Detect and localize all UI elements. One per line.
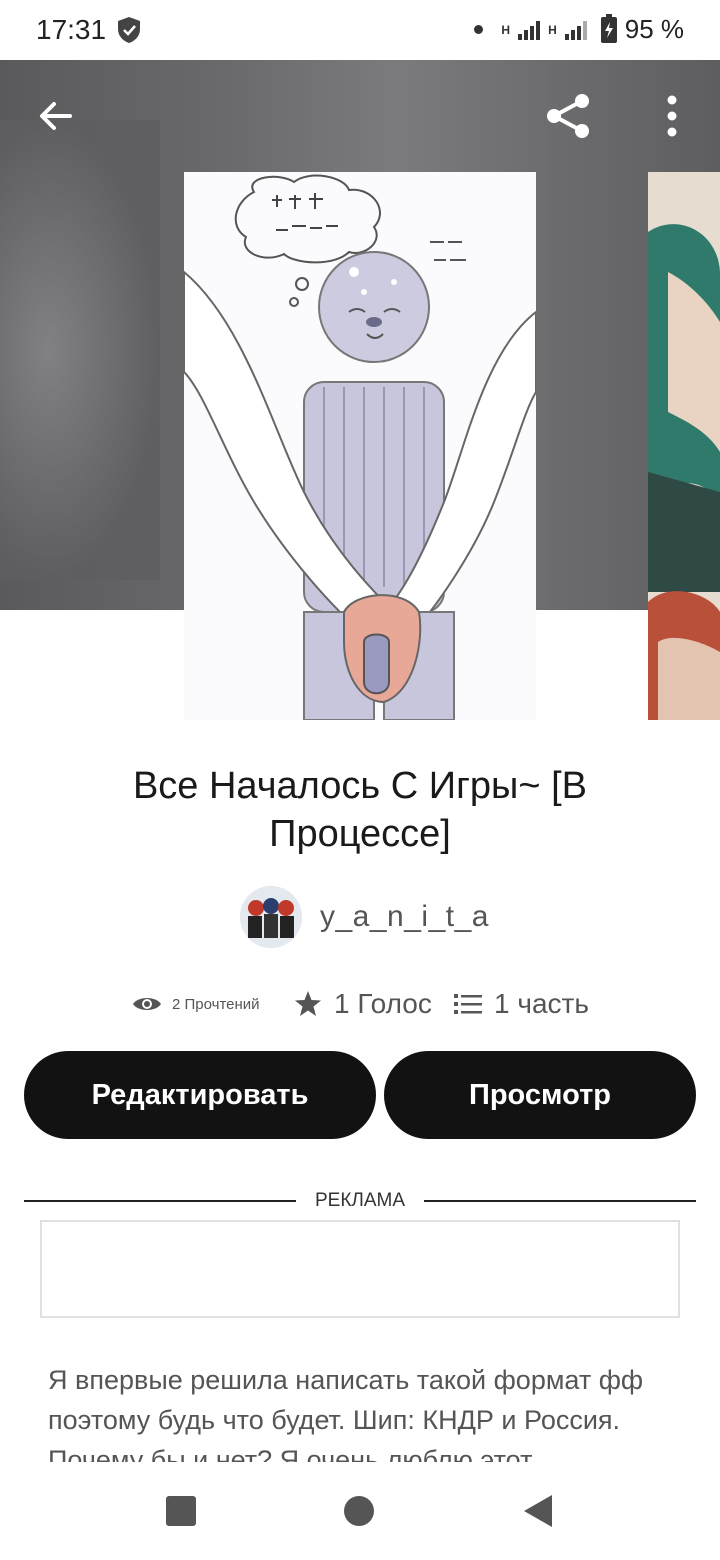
divider: [24, 1200, 296, 1202]
avatar[interactable]: [240, 886, 302, 948]
story-cover-image[interactable]: [184, 172, 536, 720]
divider: [424, 1200, 696, 1202]
recents-icon[interactable]: [166, 1496, 196, 1526]
back-triangle-icon[interactable]: [522, 1494, 554, 1528]
notification-dot-icon: [474, 25, 484, 34]
story-description: Я впервые решила написать такой формат ф…: [48, 1365, 644, 1462]
list-icon: [454, 994, 482, 1014]
status-time: 17:31: [36, 14, 107, 45]
network-type-label-2: H: [548, 22, 557, 37]
network-type-label: H: [501, 22, 511, 37]
home-icon[interactable]: [344, 1496, 374, 1526]
arrow-left-icon[interactable]: [36, 96, 76, 136]
status-bar: 17:31 H H 95 %: [0, 0, 720, 60]
edit-button[interactable]: Редактировать: [24, 1051, 376, 1139]
author-row[interactable]: y_a_n_i_t_a: [240, 886, 489, 948]
votes-count: 1 Голос: [334, 988, 432, 1019]
signal-icon: [518, 20, 541, 40]
reads-stat: 2 Прочтений: [132, 984, 260, 1024]
battery-level: 95 %: [624, 14, 684, 44]
ad-label: РЕКЛАМА: [314, 1190, 406, 1211]
parts-stat: 1 часть: [454, 984, 589, 1024]
more-vertical-icon[interactable]: [660, 94, 684, 138]
next-cover-image[interactable]: [648, 172, 720, 720]
battery-icon: [600, 13, 617, 43]
author-name[interactable]: y_a_n_i_t_a: [320, 900, 489, 934]
ad-label-row: РЕКЛАМА: [24, 1188, 696, 1214]
system-nav-bar: [0, 1462, 720, 1560]
shield-icon: [118, 17, 140, 43]
reads-count: 2 Прочтений: [172, 995, 260, 1013]
story-title: Все Началось С Игры~ [В Процессе]: [132, 765, 588, 855]
story-stats: 2 Прочтений 1 Голос 1 часть: [0, 984, 720, 1024]
star-icon: [295, 991, 321, 1016]
ad-slot[interactable]: [40, 1220, 680, 1318]
parts-count: 1 часть: [494, 988, 589, 1019]
view-button[interactable]: Просмотр: [384, 1051, 696, 1139]
share-icon[interactable]: [542, 92, 594, 140]
status-indicators: H H 95 %: [474, 13, 684, 45]
signal-icon-2: [564, 20, 587, 40]
eye-icon: [133, 998, 161, 1010]
votes-stat: 1 Голос: [294, 984, 432, 1024]
